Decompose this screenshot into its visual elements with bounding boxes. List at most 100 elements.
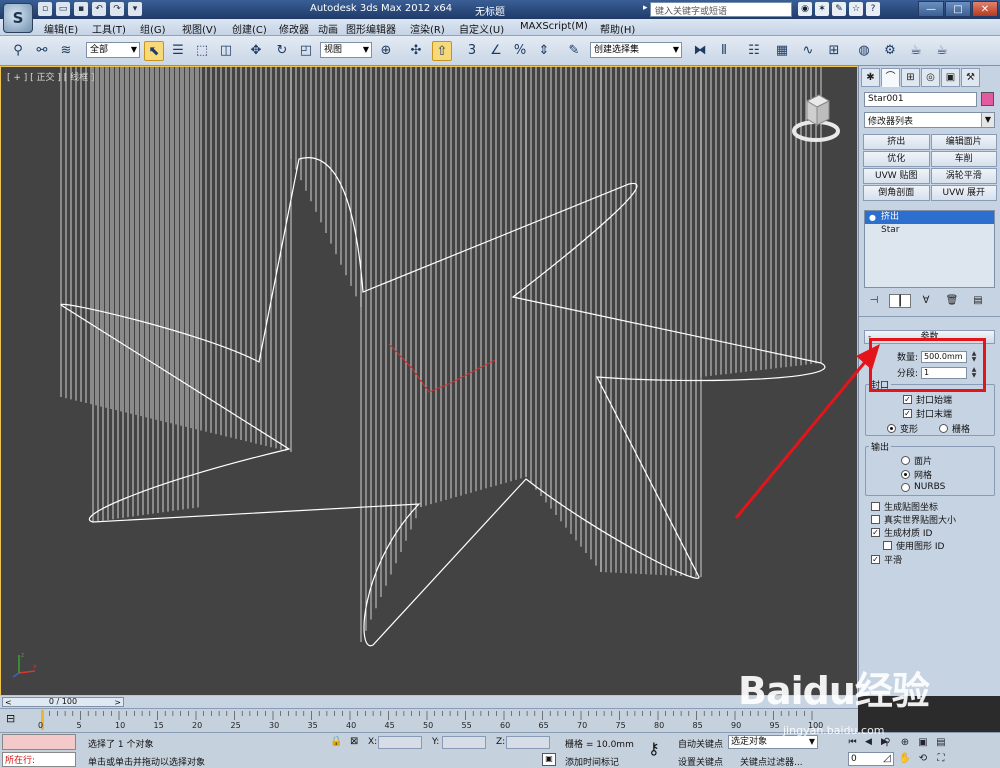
bind-space-warp-icon[interactable]: ≋ [56,41,76,61]
wrench-icon[interactable]: ✎ [832,2,846,16]
graphite-toggle-icon[interactable]: ▦ [772,41,792,61]
cap-start-checkbox[interactable]: ✓ [903,395,912,404]
use-shape-ids-checkbox[interactable] [883,541,892,550]
object-name-field[interactable]: Star001 [864,92,977,107]
viewport-label[interactable]: [ + ] [ 正交 ] [ 线框 ] [7,70,95,83]
time-slider-thumb[interactable]: < 0 / 100 > [2,697,124,707]
add-time-tag[interactable]: 添加时间标记 [565,755,619,768]
close-button[interactable]: ✕ [972,1,998,17]
grid-row[interactable]: 栅格 [939,422,970,435]
output-nurbs-radio[interactable] [901,482,910,492]
show-end-result-icon[interactable]: ┃ [889,294,911,308]
pin-stack-icon[interactable]: ⊣ [863,294,885,308]
maximize-viewport-icon[interactable]: ⛶ [934,752,948,765]
rendered-frame-icon[interactable]: ☕ [906,41,926,61]
curve-editor-icon[interactable]: ∿ [798,41,818,61]
prev-frame-arrow[interactable]: < [5,699,12,707]
unlink-icon[interactable]: ⚯ [32,41,52,61]
track-bar[interactable]: ⊟ 0 5 10 15 20 25 30 35 40 45 50 55 60 65 70 75 80 85 90 95… [0,708,858,732]
help-icon[interactable]: ? [866,2,880,16]
viewcube-icon[interactable] [789,89,843,143]
key-filters-button[interactable]: 关键点过滤器... [740,755,803,768]
menu-modifiers[interactable]: 修改器 [279,21,309,36]
next-frame-arrow[interactable]: > [114,699,121,707]
display-tab-icon[interactable]: ▣ [941,68,960,87]
menu-help[interactable]: 帮助(H) [600,21,635,36]
lock-icon[interactable]: 🔒 [330,736,342,747]
mirror-icon[interactable]: ⧓ [690,41,710,61]
fov-icon[interactable]: ◿ [880,752,894,765]
smooth-row[interactable]: ✓ 平滑 [871,553,902,566]
render-production-icon[interactable]: ☕ [932,41,952,61]
time-slider[interactable]: < 0 / 100 > [0,696,858,708]
modifier-button-uvw-map[interactable]: UVW 贴图 [863,168,930,184]
dropdown-icon[interactable]: ▾ [128,2,142,16]
set-key-button[interactable]: 设置关键点 [678,755,723,768]
maxscript-listener-input[interactable] [2,734,76,750]
scale-icon[interactable]: ◰ [296,41,316,61]
create-tab-icon[interactable]: ✱ [861,68,880,87]
keyboard-shortcut-icon[interactable]: ⇧ [432,41,452,61]
output-patch-row[interactable]: 面片 [901,454,932,467]
community-icon[interactable]: ✶ [815,2,829,16]
gen-matid-checkbox[interactable]: ✓ [871,528,880,537]
output-patch-radio[interactable] [901,456,910,465]
chevron-down-icon[interactable]: ▼ [981,113,994,127]
undo-icon[interactable]: ↶ [92,2,106,16]
modifier-button-extrude[interactable]: 挤出 [863,134,930,150]
snaps-toggle-icon[interactable]: 3 [462,41,482,61]
app-logo-icon[interactable]: S [3,3,33,33]
key-icon[interactable]: ⚷ [648,739,660,758]
schematic-view-icon[interactable]: ⊞ [824,41,844,61]
grid-radio[interactable] [939,424,948,433]
rotate-icon[interactable]: ↻ [272,41,292,61]
y-coord-field[interactable] [442,736,486,749]
remove-modifier-icon[interactable]: 🗑 [941,294,963,308]
modifier-button-optimize[interactable]: 优化 [863,151,930,167]
cap-start-row[interactable]: ✓ 封口始端 [903,393,952,406]
orbit-icon[interactable]: ⟲ [916,752,930,765]
menu-customize[interactable]: 自定义(U) [459,21,504,36]
ref-coord-dropdown[interactable]: 视图 ▼ [320,42,372,58]
menu-rendering[interactable]: 渲染(R) [410,21,445,36]
x-coord-field[interactable] [378,736,422,749]
search-input[interactable]: 键入关键字或短语 [650,2,792,17]
menu-animation[interactable]: 动画 [318,21,338,36]
hierarchy-tab-icon[interactable]: ⊞ [901,68,920,87]
object-color-swatch[interactable] [981,92,994,106]
new-file-icon[interactable]: ▫ [38,2,52,16]
morph-row[interactable]: 变形 [887,422,918,435]
select-object-icon[interactable]: ⬉ [144,41,164,61]
move-icon[interactable]: ✥ [246,41,266,61]
edit-named-selection-icon[interactable]: ✎ [564,41,584,61]
stack-item-extrude[interactable]: 挤出 [865,211,994,224]
menu-graph-editors[interactable]: 图形编辑器 [346,21,396,36]
pivot-center-icon[interactable]: ⊕ [376,41,396,61]
configure-sets-icon[interactable]: ▤ [967,294,989,308]
pan-icon[interactable]: ✋ [898,752,912,765]
utilities-tab-icon[interactable]: ⚒ [961,68,980,87]
modifier-button-edit-patch[interactable]: 编辑面片 [930,134,997,150]
gen-matid-row[interactable]: ✓ 生成材质 ID [871,526,932,539]
menu-maxscript[interactable]: MAXScript(M) [520,21,588,32]
align-icon[interactable]: ⫴ [714,41,734,61]
use-shape-ids-row[interactable]: 使用图形 ID [883,539,944,552]
motion-tab-icon[interactable]: ◎ [921,68,940,87]
modify-tab-icon[interactable]: ⌒ [881,68,900,87]
spinner-snap-icon[interactable]: ⇕ [534,41,554,61]
output-mesh-row[interactable]: 网格 [901,468,932,481]
star-icon[interactable]: ☆ [849,2,863,16]
modifier-list-dropdown[interactable]: 修改器列表 ▼ [864,112,995,128]
modifier-button-bevel-profile[interactable]: 倒角剖面 [863,185,930,201]
modifier-button-lathe[interactable]: 车削 [930,151,997,167]
maxscript-prompt[interactable]: 所在行: [2,752,76,767]
make-unique-icon[interactable]: ∀ [915,294,937,308]
layer-manager-icon[interactable]: ☷ [744,41,764,61]
output-mesh-radio[interactable] [901,470,910,479]
z-coord-field[interactable] [506,736,550,749]
manipulate-icon[interactable]: ✣ [406,41,426,61]
rect-region-icon[interactable]: ⬚ [192,41,212,61]
percent-snap-icon[interactable]: % [510,41,530,61]
smooth-checkbox[interactable]: ✓ [871,555,880,564]
redo-icon[interactable]: ↷ [110,2,124,16]
